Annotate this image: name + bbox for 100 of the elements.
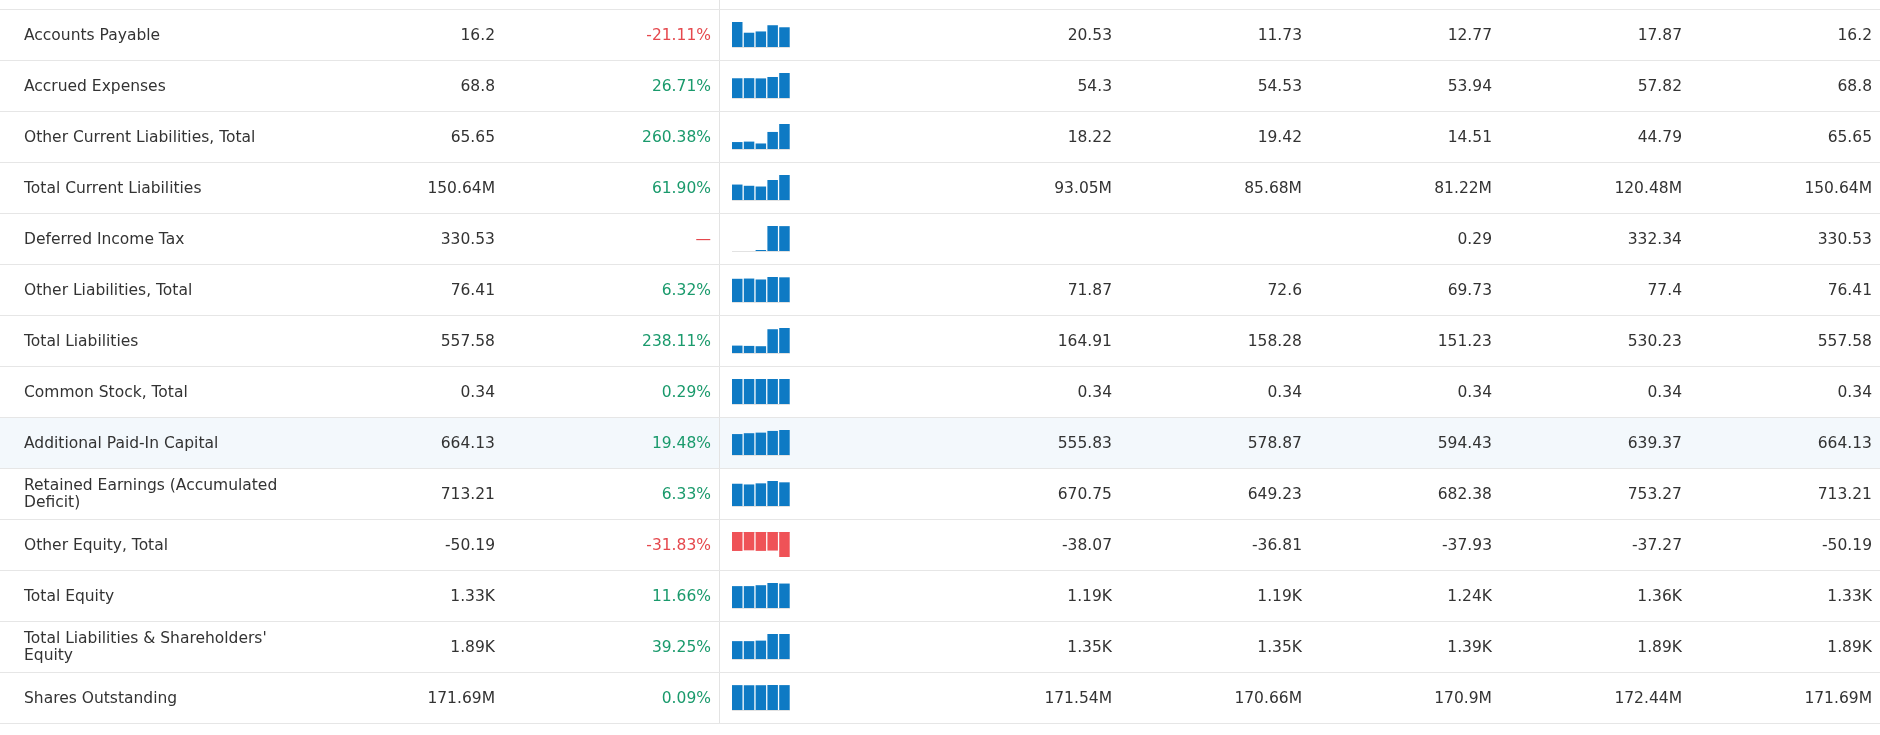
row-label: Other Equity, Total xyxy=(24,535,168,554)
table-cell: 1.19K xyxy=(1067,587,1112,605)
table-cell: 1.89K xyxy=(1827,638,1872,656)
table-cell: 713.21 xyxy=(1817,485,1872,503)
row-label: Total Equity xyxy=(24,586,115,605)
table-cell: 16.2 xyxy=(1837,26,1872,44)
table-cell: 150.64M xyxy=(427,179,495,197)
row-label: Accounts Payable xyxy=(24,25,161,44)
table-cell: 68.8 xyxy=(460,77,495,95)
table-cell: 17.87 xyxy=(1637,26,1682,44)
table-cell: 19.42 xyxy=(1257,128,1302,146)
table-cell: 171.69M xyxy=(1804,689,1872,707)
table-cell: 76.41 xyxy=(1827,281,1872,299)
table-cell: 81.22M xyxy=(1434,179,1492,197)
table-cell: 0.34 xyxy=(1267,383,1302,401)
table-cell: 150.64M xyxy=(1804,179,1872,197)
change-value: 6.33% xyxy=(661,485,711,503)
row-label: Other Current Liabilities, Total xyxy=(24,127,256,146)
table-cell: 649.23 xyxy=(1247,485,1302,503)
table-cell: 0.34 xyxy=(1457,383,1492,401)
table-cell: 1.33K xyxy=(1827,587,1872,605)
sparkline-drawing xyxy=(732,532,790,558)
change-value: 238.11% xyxy=(642,332,711,350)
row-label: Common Stock, Total xyxy=(24,382,188,401)
table-cell: -38.07 xyxy=(1062,536,1112,554)
table-cell: 68.8 xyxy=(1837,77,1872,95)
sparkline-drawing xyxy=(732,328,790,354)
table-cell: 578.87 xyxy=(1247,434,1302,452)
change-value: 6.32% xyxy=(661,281,711,299)
table-cell: 171.69M xyxy=(427,689,495,707)
sparkline-drawing xyxy=(732,379,790,405)
sparkline-drawing xyxy=(732,277,790,303)
table-cell: 664.13 xyxy=(440,434,495,452)
sparkline-drawing xyxy=(732,175,790,201)
table-cell: -37.27 xyxy=(1632,536,1682,554)
table-cell: 713.21 xyxy=(440,485,495,503)
table-cell: 332.34 xyxy=(1627,230,1682,248)
table-cell: 0.34 xyxy=(1647,383,1682,401)
table-cell: 158.28 xyxy=(1247,332,1302,350)
table-cell: 76.41 xyxy=(450,281,495,299)
table-cell: -50.19 xyxy=(445,536,495,554)
table-cell: 1.19K xyxy=(1257,587,1302,605)
change-value: 260.38% xyxy=(642,128,711,146)
table-cell: 72.6 xyxy=(1267,281,1302,299)
row-label: Retained Earnings (Accumulated Deficit) xyxy=(24,476,278,511)
table-cell: 0.34 xyxy=(460,383,495,401)
table-cell: 69.73 xyxy=(1447,281,1492,299)
change-value: 0.09% xyxy=(661,689,711,707)
change-value: -31.83% xyxy=(646,536,711,554)
table-cell: 44.79 xyxy=(1637,128,1682,146)
table-cell: 1.89K xyxy=(1637,638,1682,656)
row-label: Additional Paid-In Capital xyxy=(24,433,219,452)
table-cell: 120.48M xyxy=(1614,179,1682,197)
table-cell: 54.53 xyxy=(1257,77,1302,95)
sparkline-drawing xyxy=(732,634,790,660)
row-label: Shares Outstanding xyxy=(24,688,178,707)
table-cell: 753.27 xyxy=(1627,485,1682,503)
table-cell: 557.58 xyxy=(1817,332,1872,350)
table-cell: 151.23 xyxy=(1437,332,1492,350)
row-label: Deferred Income Tax xyxy=(24,229,185,248)
change-value: 0.29% xyxy=(661,383,711,401)
sparkline-drawing xyxy=(732,22,790,48)
table-cell: 12.77 xyxy=(1447,26,1492,44)
sparkline-drawing xyxy=(732,583,790,609)
table-cell: 1.33K xyxy=(450,587,495,605)
table-cell: 54.3 xyxy=(1077,77,1112,95)
table-cell: 1.89K xyxy=(450,638,495,656)
sparkline-drawing xyxy=(732,481,790,507)
table-cell: 16.2 xyxy=(460,26,495,44)
table-cell: 330.53 xyxy=(440,230,495,248)
table-cell: 1.24K xyxy=(1447,587,1492,605)
table-cell: 330.53 xyxy=(1817,230,1872,248)
table-cell: -37.93 xyxy=(1442,536,1492,554)
table-cell: -36.81 xyxy=(1252,536,1302,554)
change-value: 39.25% xyxy=(651,638,711,656)
table-cell: 557.58 xyxy=(440,332,495,350)
table-cell: 164.91 xyxy=(1057,332,1112,350)
table-cell: 65.65 xyxy=(1827,128,1872,146)
sparkline-drawing xyxy=(732,226,790,252)
row-label: Accrued Expenses xyxy=(24,76,166,95)
table-cell: 594.43 xyxy=(1437,434,1492,452)
table-cell: 1.35K xyxy=(1257,638,1302,656)
sparkline-drawing xyxy=(732,73,790,99)
sparkline-drawing xyxy=(732,685,790,711)
table-cell: 170.9M xyxy=(1434,689,1492,707)
table-cell: 555.83 xyxy=(1057,434,1112,452)
table-cell: 18.22 xyxy=(1067,128,1112,146)
table-cell: 71.87 xyxy=(1067,281,1112,299)
change-value: -21.11% xyxy=(646,26,711,44)
row-label: Total Liabilities xyxy=(24,331,139,350)
table-cell: 65.65 xyxy=(450,128,495,146)
table-cell: 11.73 xyxy=(1257,26,1302,44)
table-cell: 664.13 xyxy=(1817,434,1872,452)
table-cell: 93.05M xyxy=(1054,179,1112,197)
table-cell: 20.53 xyxy=(1067,26,1112,44)
table-cell: 77.4 xyxy=(1647,281,1682,299)
table-cell: 1.35K xyxy=(1067,638,1112,656)
change-value: 26.71% xyxy=(651,77,711,95)
row-label: Other Liabilities, Total xyxy=(24,280,193,299)
change-value: 11.66% xyxy=(651,587,711,605)
